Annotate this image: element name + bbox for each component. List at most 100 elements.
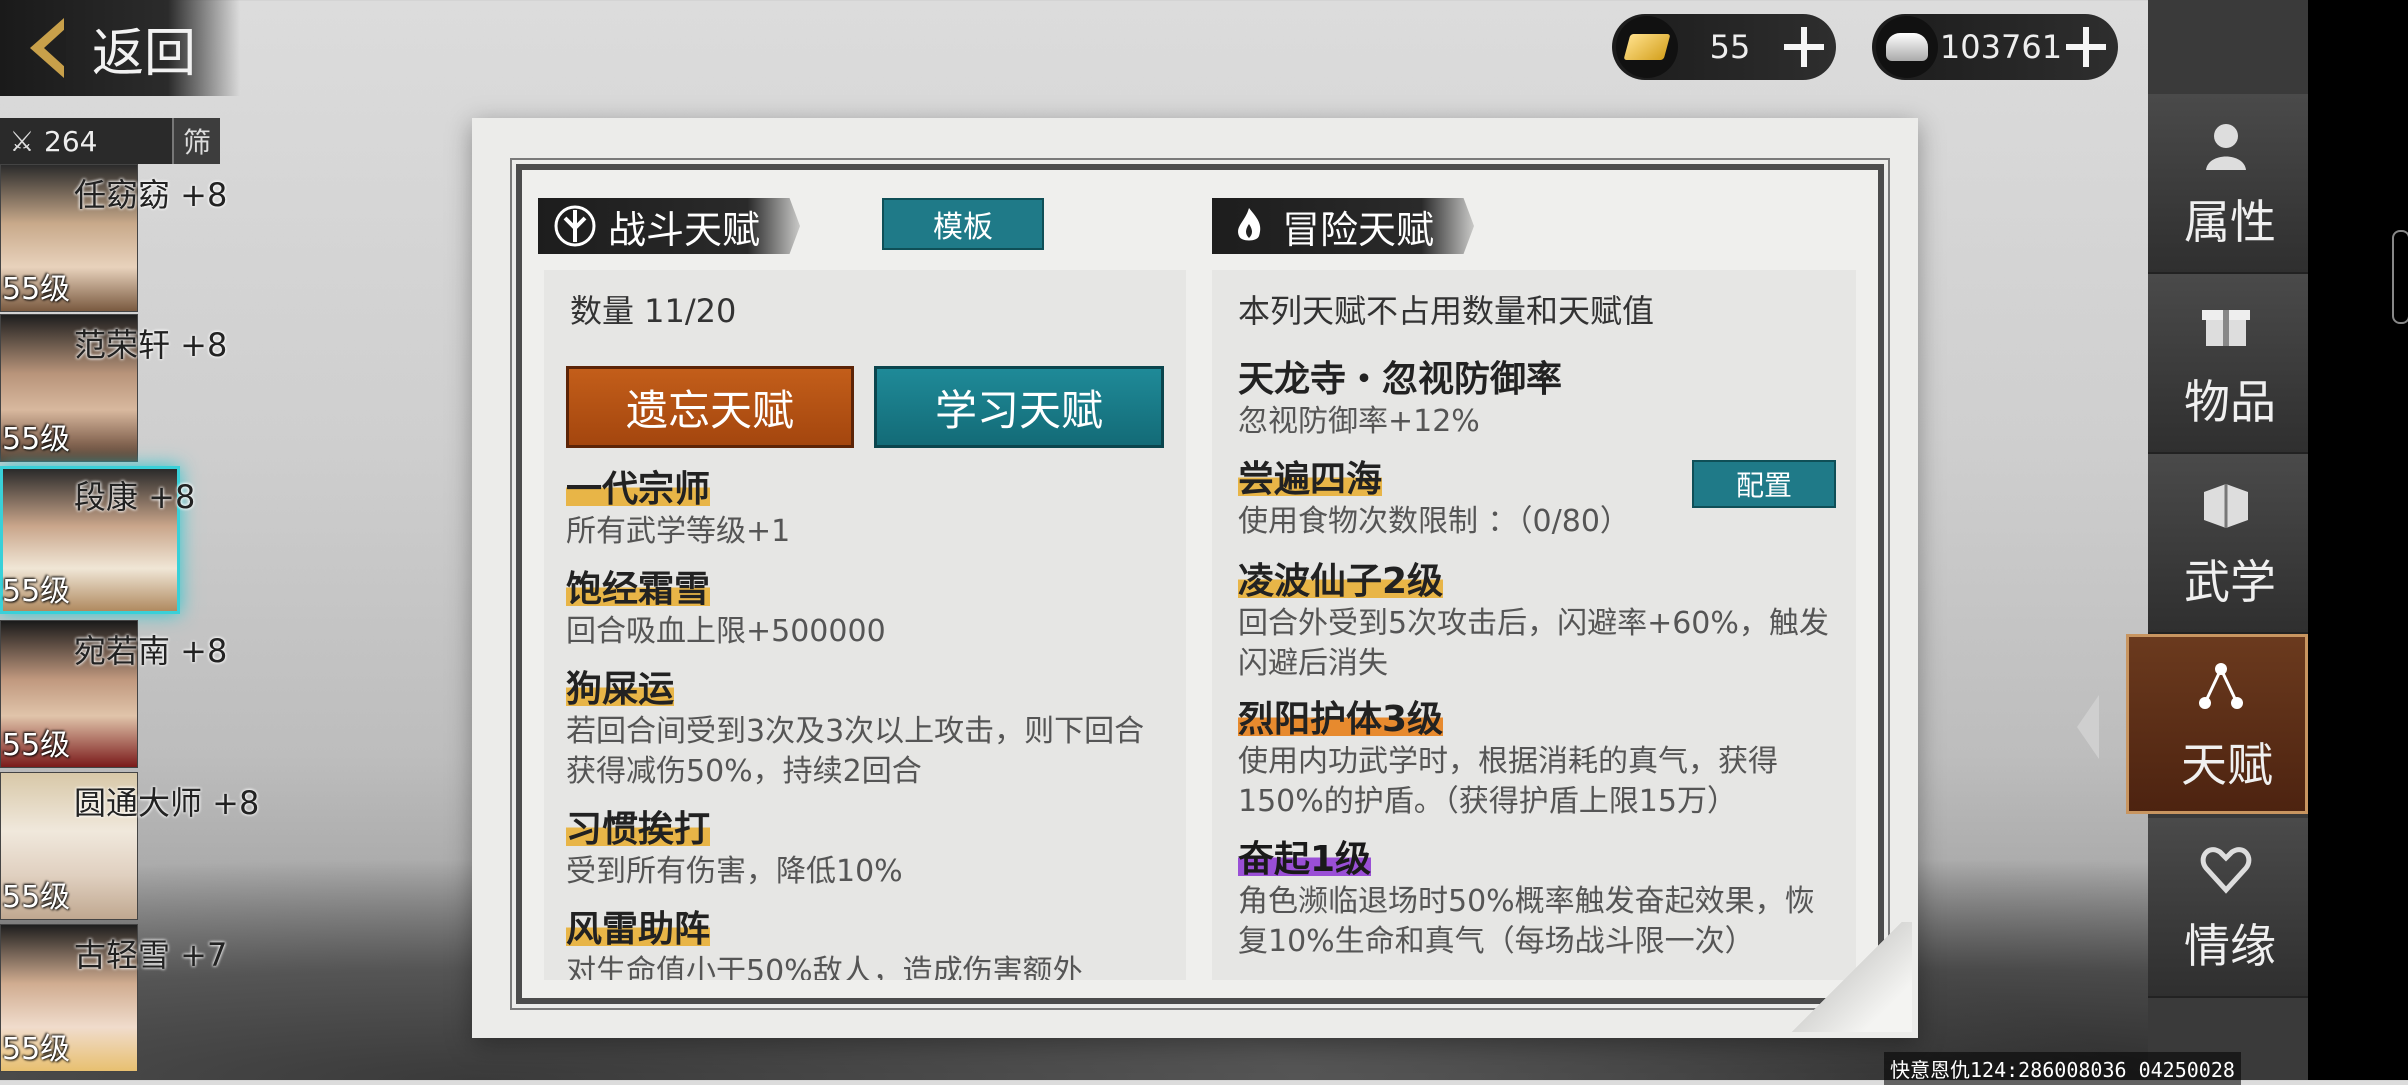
hero-item[interactable]: 宛若南 +8 55级 bbox=[0, 620, 300, 768]
nav-talents[interactable]: 天赋 bbox=[2077, 634, 2308, 814]
add-silver-icon[interactable] bbox=[2064, 25, 2108, 69]
talent-desc: 对生命值小于50%敌人，造成伤害额外 bbox=[566, 954, 1083, 980]
talent-title: 狗屎运 bbox=[566, 669, 675, 710]
combat-emblem-icon bbox=[550, 201, 600, 251]
crossed-swords-icon: ⚔ bbox=[9, 124, 35, 158]
hero-name: 任窈窈 +8 bbox=[74, 176, 228, 214]
back-label: 返回 bbox=[92, 23, 197, 84]
side-nav: 属性 物品 武学 天赋 情缘 bbox=[2077, 0, 2308, 1080]
adventure-talent-header: 冒险天赋 bbox=[1212, 198, 1475, 254]
hero-level: 55级 bbox=[2, 1032, 71, 1067]
nav-relations[interactable]: 情缘 bbox=[2148, 818, 2308, 998]
talent-desc: 角色濒临退场时50%概率触发奋起效果，恢复10%生命和真气（每场战斗限一次） bbox=[1238, 884, 1815, 959]
learn-talent-button[interactable]: 学习天赋 bbox=[874, 366, 1164, 448]
talent-title: 尝遍四海 bbox=[1238, 459, 1383, 500]
talent-desc: 所有武学等级+1 bbox=[566, 514, 791, 549]
hero-level: 55级 bbox=[2, 574, 71, 609]
talent-item: 天龙寺・忽视防御率 忽视防御率+12% bbox=[1238, 350, 1842, 442]
heart-icon bbox=[2194, 836, 2258, 900]
config-button[interactable]: 配置 bbox=[1692, 460, 1836, 508]
talent-item: 烈阳护体3级 使用内功武学时，根据消耗的真气，获得150%的护盾。（获得护盾上限… bbox=[1238, 690, 1842, 822]
hero-item[interactable]: 范荣轩 +8 55级 bbox=[0, 314, 300, 462]
talent-desc: 回合外受到5次攻击后，闪避率+60%，触发闪避后消失 bbox=[1238, 606, 1829, 681]
hero-item[interactable]: 圆通大师 +8 55级 bbox=[0, 772, 300, 920]
hero-level: 55级 bbox=[2, 728, 71, 763]
talent-panel-frame: 战斗天赋 模板 数量 11/20 遗忘天赋 学习天赋 一代宗师 所有武学等级+1… bbox=[510, 158, 1890, 1010]
combat-talent-column: 战斗天赋 模板 数量 11/20 遗忘天赋 学习天赋 一代宗师 所有武学等级+1… bbox=[522, 170, 1202, 998]
gold-value: 55 bbox=[1709, 28, 1751, 66]
talent-item: 凌波仙子2级 回合外受到5次攻击后，闪避率+60%，触发闪避后消失 bbox=[1238, 552, 1842, 684]
hero-name: 范荣轩 +8 bbox=[74, 326, 228, 364]
talent-item: 一代宗师 所有武学等级+1 bbox=[566, 460, 1172, 552]
talent-title: 饱经霜雪 bbox=[566, 569, 711, 610]
talent-title: 烈阳护体3级 bbox=[1238, 699, 1444, 740]
forget-talent-button[interactable]: 遗忘天赋 bbox=[566, 366, 854, 448]
nav-label: 情缘 bbox=[2184, 919, 2276, 973]
footer-info: 快意恩仇124:286008036 04250028 bbox=[1884, 1052, 2241, 1085]
nav-martial-arts[interactable]: 武学 bbox=[2148, 454, 2308, 634]
talent-desc: 使用内功武学时，根据消耗的真气，获得150%的护盾。（获得护盾上限15万） bbox=[1238, 744, 1778, 819]
nav-attributes[interactable]: 属性 bbox=[2148, 94, 2308, 274]
talent-title: 天龙寺・忽视防御率 bbox=[1238, 359, 1563, 400]
nav-label: 属性 bbox=[2184, 195, 2276, 249]
hero-name: 古轻雪 +7 bbox=[74, 936, 228, 974]
flame-emblem-icon bbox=[1224, 201, 1274, 251]
talent-item: 风雷助阵 对生命值小于50%敌人，造成伤害额外 bbox=[566, 900, 1172, 980]
hero-name: 宛若南 +8 bbox=[74, 632, 228, 670]
talent-desc: 使用食物次数限制 ：（0/80） bbox=[1238, 504, 1630, 539]
hero-item[interactable]: 段康 +8 55级 bbox=[0, 466, 300, 614]
gift-box-icon bbox=[2194, 292, 2258, 356]
talent-item: 饱经霜雪 回合吸血上限+500000 bbox=[566, 560, 1172, 652]
nav-items[interactable]: 物品 bbox=[2148, 274, 2308, 454]
hero-name: 圆通大师 +8 bbox=[74, 784, 260, 822]
gold-currency: 55 bbox=[1612, 14, 1836, 80]
talent-panel: 战斗天赋 模板 数量 11/20 遗忘天赋 学习天赋 一代宗师 所有武学等级+1… bbox=[472, 118, 1918, 1038]
talent-title: 奋起1级 bbox=[1238, 839, 1372, 880]
book-icon bbox=[2194, 472, 2258, 536]
silver-value: 103761 bbox=[1939, 28, 2063, 66]
gold-ingot-icon bbox=[1616, 16, 1678, 78]
talent-title: 一代宗师 bbox=[566, 469, 711, 510]
talent-desc: 回合吸血上限+500000 bbox=[566, 614, 886, 649]
nav-label: 武学 bbox=[2184, 555, 2276, 609]
template-button[interactable]: 模板 bbox=[882, 198, 1044, 250]
talent-item: 奋起1级 角色濒临退场时50%概率触发奋起效果，恢复10%生命和真气（每场战斗限… bbox=[1238, 830, 1842, 962]
selected-arrow-icon bbox=[2077, 695, 2099, 759]
combat-talent-list[interactable]: 数量 11/20 遗忘天赋 学习天赋 一代宗师 所有武学等级+1 饱经霜雪 回合… bbox=[544, 270, 1186, 980]
combat-talent-title: 战斗天赋 bbox=[608, 207, 761, 252]
silver-currency: 103761 bbox=[1872, 14, 2118, 80]
talent-count: 数量 11/20 bbox=[570, 292, 737, 330]
screen-edge bbox=[2308, 0, 2408, 1080]
talent-tree-icon bbox=[2189, 655, 2253, 719]
side-handle bbox=[2392, 230, 2408, 324]
hero-item[interactable]: 任窈窈 +8 55级 bbox=[0, 164, 300, 312]
talent-item: 习惯挨打 受到所有伤害，降低10% bbox=[566, 800, 1172, 892]
hero-level: 55级 bbox=[2, 272, 71, 307]
hero-level: 55级 bbox=[2, 422, 71, 457]
filter-button[interactable]: 筛 bbox=[172, 118, 220, 164]
nav-label: 天赋 bbox=[2181, 738, 2273, 792]
talent-desc: 忽视防御率+12% bbox=[1238, 404, 1480, 439]
hero-name: 段康 +8 bbox=[74, 478, 196, 516]
back-button[interactable]: 返回 bbox=[0, 0, 240, 96]
talent-title: 习惯挨打 bbox=[566, 809, 711, 850]
page-curl-decoration bbox=[1782, 922, 1912, 1032]
adventure-talent-list[interactable]: 本列天赋不占用数量和天赋值 天龙寺・忽视防御率 忽视防御率+12% 尝遍四海 使… bbox=[1212, 270, 1856, 980]
adventure-talent-column: 冒险天赋 本列天赋不占用数量和天赋值 天龙寺・忽视防御率 忽视防御率+12% 尝… bbox=[1212, 170, 1872, 998]
hero-item[interactable]: 古轻雪 +7 55级 bbox=[0, 924, 300, 1072]
combat-talent-header: 战斗天赋 bbox=[538, 198, 801, 254]
hero-count-bar: ⚔ 264 筛 bbox=[0, 118, 220, 164]
nav-label: 物品 bbox=[2184, 375, 2276, 429]
person-icon bbox=[2194, 112, 2258, 176]
add-gold-icon[interactable] bbox=[1782, 25, 1826, 69]
talent-desc: 若回合间受到3次及3次以上攻击，则下回合获得减伤50%，持续2回合 bbox=[566, 714, 1145, 789]
adventure-talent-title: 冒险天赋 bbox=[1282, 207, 1435, 252]
talent-item: 狗屎运 若回合间受到3次及3次以上攻击，则下回合获得减伤50%，持续2回合 bbox=[566, 660, 1172, 792]
hero-count: 264 bbox=[44, 124, 98, 158]
talent-title: 凌波仙子2级 bbox=[1238, 561, 1444, 602]
hero-level: 55级 bbox=[2, 880, 71, 915]
adventure-note: 本列天赋不占用数量和天赋值 bbox=[1238, 292, 1655, 330]
talent-desc: 受到所有伤害，降低10% bbox=[566, 854, 903, 889]
talent-title: 风雷助阵 bbox=[566, 909, 711, 950]
silver-ingot-icon bbox=[1876, 16, 1938, 78]
